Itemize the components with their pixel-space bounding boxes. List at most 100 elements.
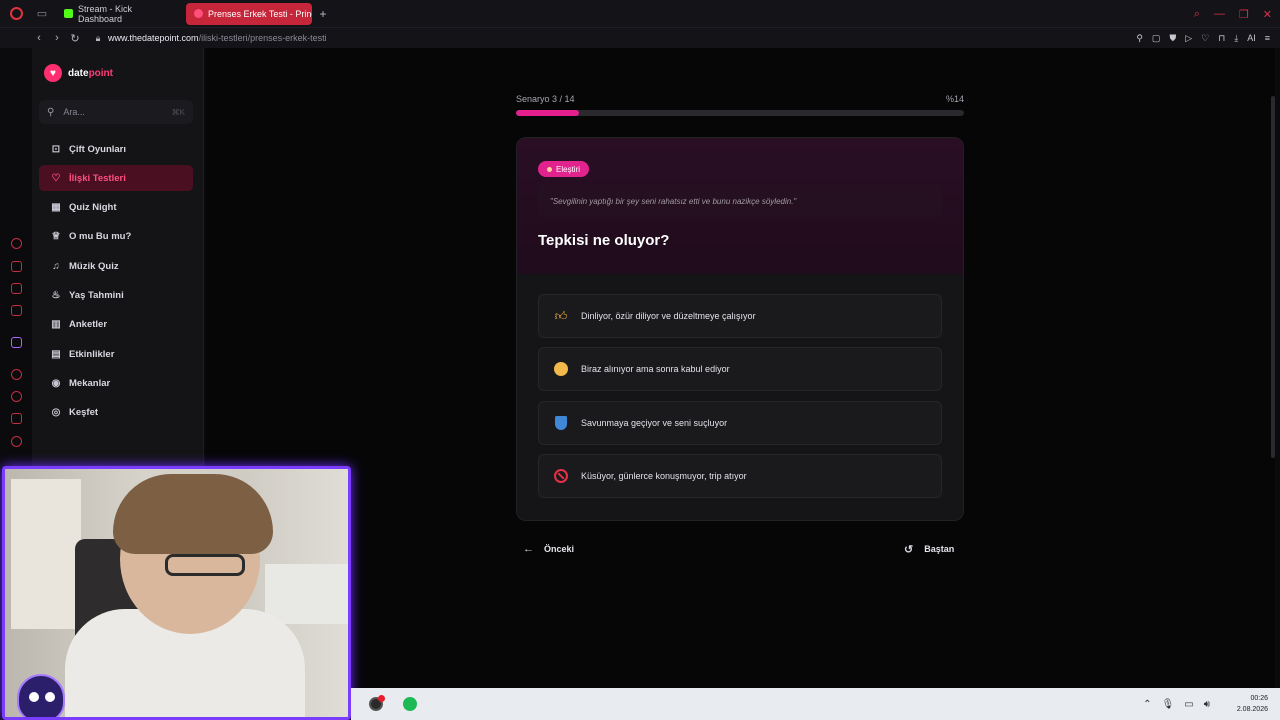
wallet-icon[interactable]: ⊓ <box>1218 33 1225 44</box>
gamepad-icon: ⊡ <box>51 143 61 155</box>
system-tray: ⌃ 🎙︎ ▭ 🔊︎ <box>1143 688 1210 720</box>
restart-button[interactable]: ↺ Baştan <box>904 540 954 558</box>
aria-ai-button[interactable]: AI <box>1247 33 1256 43</box>
sidebar-item[interactable]: ▥ Anketler <box>39 312 193 338</box>
answer-option[interactable]: Biraz alınıyor ama sonra kabul ediyor <box>538 347 942 391</box>
opera-logo-icon[interactable] <box>0 0 32 28</box>
search-tabs-icon[interactable]: ⌕ <box>1194 8 1200 21</box>
quiz-card: Eleştiri "Sevgilinin yaptığı bir şey sen… <box>516 137 964 521</box>
lock-icon[interactable]: 🔒︎ <box>90 33 106 44</box>
restore-icon[interactable]: ❐ <box>1239 8 1249 21</box>
history-icon[interactable] <box>11 391 22 402</box>
option-label: Biraz alınıyor ama sonra kabul ediyor <box>581 364 730 374</box>
sidebar-item[interactable]: ♕ O mu Bu mu? <box>39 224 193 250</box>
minimize-icon[interactable]: — <box>1214 8 1225 20</box>
thumbs-up-icon: 👍︎ <box>554 308 568 323</box>
speed-dial-icon[interactable] <box>11 238 22 249</box>
settings-icon[interactable] <box>11 436 22 447</box>
adblock-icon[interactable]: ⛊ <box>1169 33 1176 44</box>
address-bar: ‹ › ↻ 🔒︎ www.thedatepoint.com/iliski-tes… <box>0 28 1280 48</box>
download-icon[interactable]: ⤓ <box>1234 33 1238 44</box>
scenario-counter: Senaryo 3 / 14 <box>516 94 575 104</box>
sidebar-item-label: Mekanlar <box>69 377 111 389</box>
obs-app-icon[interactable] <box>369 695 385 711</box>
sidebar-item[interactable]: ♡ İlişki Testleri <box>39 165 193 192</box>
sidebar-item[interactable]: ▦ Quiz Night <box>39 195 193 221</box>
datepoint-logo[interactable]: ♥ datepoint <box>44 64 113 82</box>
forward-icon[interactable]: › <box>48 32 66 44</box>
close-icon[interactable]: ✕ <box>1263 8 1272 21</box>
logo-suffix: point <box>88 67 113 79</box>
webcam-overlay <box>2 466 351 720</box>
category-badge: Eleştiri <box>538 161 590 177</box>
snapshot-icon[interactable]: ▢ <box>1152 33 1161 44</box>
workspace-icon[interactable]: ▭ <box>32 0 52 28</box>
restart-icon: ↺ <box>904 543 914 556</box>
display-icon[interactable]: ▭ <box>1184 699 1193 710</box>
page-scrollbar[interactable] <box>1271 96 1275 458</box>
badge-label: Eleştiri <box>556 164 581 174</box>
sidebar-item[interactable]: ♨ Yaş Tahmini <box>39 283 193 309</box>
previous-button[interactable]: ← Önceki <box>523 540 574 558</box>
microphone-icon[interactable]: 🎙︎ <box>1162 699 1175 710</box>
headphones-icon: ♫ <box>52 260 60 272</box>
sidebar-item[interactable]: ⊡ Çift Oyunları <box>39 136 193 162</box>
tray-chevron-icon[interactable]: ⌃ <box>1143 699 1151 710</box>
sidebar-item-label: Quiz Night <box>69 202 117 214</box>
player-icon[interactable] <box>11 369 22 380</box>
volume-icon[interactable]: 🔊︎ <box>1204 699 1210 710</box>
tab-label: Stream - Kick Dashboard <box>78 3 133 24</box>
opera-sidebar-strip <box>0 48 32 468</box>
webcam-desk <box>265 564 348 624</box>
sidebar-item-label: Keşfet <box>69 407 99 419</box>
url-field[interactable]: www.thedatepoint.com/iliski-testleri/pre… <box>108 33 327 43</box>
search-box[interactable]: ⚲ ⌘K <box>39 100 193 124</box>
back-icon[interactable]: ‹ <box>30 32 48 44</box>
pinboard-icon[interactable] <box>11 413 22 424</box>
bookmark-heart-icon[interactable]: ♡ <box>1201 33 1209 44</box>
new-tab-button[interactable]: + <box>314 7 332 21</box>
shield-icon <box>553 415 569 431</box>
logo-prefix: date <box>68 67 89 79</box>
owl-mascot-icon <box>17 674 65 717</box>
aria-icon[interactable] <box>11 261 22 272</box>
tab-kick-dashboard[interactable]: Stream - Kick Dashboard <box>56 3 182 25</box>
answer-option[interactable]: 👍︎ Dinliyor, özür diliyor ve düzeltmeye … <box>538 294 942 338</box>
sidebar-item[interactable]: ◉ Mekanlar <box>39 370 193 396</box>
taskbar-clock[interactable]: 00:26 2.08.2026 <box>1237 693 1268 715</box>
sidebar-item[interactable]: ▤ Etkinlikler <box>39 341 193 367</box>
play-icon[interactable]: ▷ <box>1185 33 1192 44</box>
neutral-face-icon <box>553 361 569 377</box>
sidebar-item[interactable]: ◎ Keşfet <box>39 400 193 426</box>
option-label: Savunmaya geçiyor ve seni suçluyor <box>581 418 728 428</box>
sidebar-item-label: O mu Bu mu? <box>69 231 132 243</box>
reload-icon[interactable]: ↻ <box>66 32 84 45</box>
progress-percent: %14 <box>945 94 964 104</box>
chart-icon: ▥ <box>51 319 61 331</box>
quiz-card-header: Eleştiri "Sevgilinin yaptığı bir şey sen… <box>517 138 963 274</box>
menu-icon[interactable]: ≡ <box>1265 33 1270 43</box>
cake-icon: ♨ <box>51 290 61 301</box>
window-controls: ⌕ — ❐ ✕ <box>1194 0 1272 28</box>
answer-option[interactable]: Küsüyor, günlerce konuşmuyor, trip atıyo… <box>538 454 942 498</box>
tab-prenses-erkek-testi[interactable]: Prenses Erkek Testi - Prinç <box>186 2 312 25</box>
scenario-quote: "Sevgilinin yaptığı bir şey seni rahatsı… <box>538 185 942 217</box>
spotify-app-icon[interactable] <box>403 697 417 711</box>
search-input[interactable] <box>63 107 164 117</box>
messenger-icon[interactable] <box>11 283 22 294</box>
webcam-person-hair <box>113 474 273 554</box>
twitch-icon[interactable] <box>11 337 22 348</box>
extension-icon[interactable] <box>11 305 22 316</box>
answer-option[interactable]: Savunmaya geçiyor ve seni suçluyor <box>538 401 942 445</box>
webcam-curtain <box>11 479 81 629</box>
progress-bar <box>516 110 964 116</box>
sidebar-item[interactable]: ♫ Müzik Quiz <box>39 253 193 279</box>
sidebar-item-label: Çift Oyunları <box>69 143 127 155</box>
heart-icon: ♡ <box>51 172 61 184</box>
option-label: Küsüyor, günlerce konuşmuyor, trip atıyo… <box>581 471 747 481</box>
url-domain: www.thedatepoint.com <box>108 33 199 43</box>
restart-label: Baştan <box>924 544 955 554</box>
taskbar: ⌃ 🎙︎ ▭ 🔊︎ 00:26 2.08.2026 <box>351 688 1280 720</box>
pin-icon[interactable]: ⚲ <box>1136 33 1143 44</box>
url-path: /iliski-testleri/prenses-erkek-testi <box>198 33 327 43</box>
